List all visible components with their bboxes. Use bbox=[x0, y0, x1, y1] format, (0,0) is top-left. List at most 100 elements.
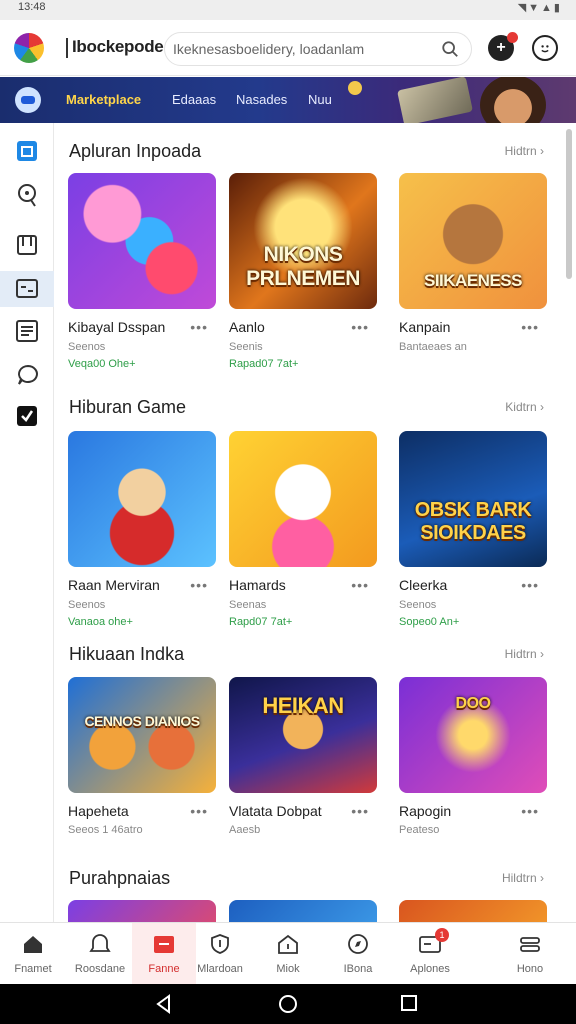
thumbnail-art-text: HEIKAN bbox=[262, 693, 344, 718]
section-title: Hikuaan Indka bbox=[69, 644, 185, 664]
more-options-icon[interactable]: ••• bbox=[190, 803, 208, 819]
scrollbar-thumb[interactable] bbox=[566, 129, 572, 279]
game-thumbnail[interactable]: NIKONS PRLNEMEN bbox=[229, 173, 377, 309]
tab-edaaas[interactable]: Edaaas bbox=[172, 92, 216, 107]
search-placeholder: Ikeknesasboelidery, loadanlam bbox=[173, 41, 365, 57]
game-thumbnail[interactable]: SIIKAENESS bbox=[399, 173, 547, 309]
game-category: Seenas bbox=[229, 599, 267, 611]
game-thumbnail[interactable] bbox=[229, 900, 377, 923]
sidebar-item-list[interactable] bbox=[0, 313, 54, 349]
sidebar-item-library[interactable] bbox=[0, 227, 54, 263]
game-card[interactable]: OBSK BARK SIOIKDAES Cleerka ••• Seenos S… bbox=[399, 431, 547, 628]
tab-marketplace[interactable]: Marketplace bbox=[66, 92, 141, 107]
game-card[interactable] bbox=[229, 900, 377, 923]
game-meta: Rapd07 7at+ bbox=[229, 616, 293, 628]
game-category: Seenis bbox=[229, 341, 263, 353]
game-category: Peateso bbox=[399, 824, 440, 836]
controller-icon[interactable] bbox=[15, 87, 41, 113]
see-all-link[interactable]: Hildtrn › bbox=[502, 871, 544, 885]
sidebar-item-search[interactable] bbox=[0, 176, 54, 212]
see-all-link[interactable]: Kidtrn › bbox=[505, 400, 544, 414]
see-all-link[interactable]: Hidtrn › bbox=[505, 144, 544, 158]
store-icon bbox=[154, 936, 174, 953]
status-icons: ◥▼▲▮ bbox=[517, 2, 562, 14]
more-options-icon[interactable]: ••• bbox=[521, 803, 539, 819]
home-icon bbox=[24, 936, 42, 953]
coin-decoration bbox=[348, 81, 362, 95]
game-card[interactable]: NIKONS PRLNEMEN Aanlo ••• Seenis Rapad07… bbox=[229, 173, 377, 370]
game-title: Kanpain bbox=[399, 319, 451, 335]
recents-icon[interactable] bbox=[400, 994, 418, 1012]
check-icon bbox=[17, 406, 37, 426]
game-card[interactable] bbox=[399, 900, 547, 923]
nav-item-messages[interactable]: 1 Aplones bbox=[398, 923, 462, 985]
system-navigation-bar bbox=[0, 984, 576, 1024]
bottom-navigation: Fnamet Roosdane Fanne Mlardoan Miok IBon… bbox=[0, 922, 576, 985]
game-title: Aanlo bbox=[229, 319, 265, 335]
thumbnail-art-text: SIIKAENESS bbox=[424, 271, 522, 290]
more-options-icon[interactable]: ••• bbox=[351, 319, 369, 335]
game-category: Aaesb bbox=[229, 824, 261, 836]
nav-item-compass[interactable]: IBona bbox=[326, 923, 390, 985]
more-options-icon[interactable]: ••• bbox=[190, 319, 208, 335]
compass-icon bbox=[348, 934, 368, 954]
magnifier-icon bbox=[18, 184, 36, 207]
game-card[interactable]: Hamards ••• Seenas Rapd07 7at+ bbox=[229, 431, 377, 628]
more-options-icon[interactable]: ••• bbox=[190, 577, 208, 593]
game-card[interactable]: Kibayal Dsspan ••• Seenos Veqa00 Ohe+ bbox=[68, 173, 216, 370]
more-options-icon[interactable]: ••• bbox=[351, 577, 369, 593]
top-bar: Ibockepode Ikeknesasboelidery, loadanlam… bbox=[0, 20, 576, 76]
game-meta: Sopeo0 An+ bbox=[399, 616, 460, 628]
add-button[interactable]: + bbox=[488, 32, 518, 61]
see-all-link[interactable]: Hidtrn › bbox=[505, 647, 544, 661]
game-thumbnail[interactable] bbox=[68, 900, 216, 923]
nav-item-store[interactable]: Fanne bbox=[132, 923, 196, 985]
game-thumbnail[interactable]: DOO bbox=[399, 677, 547, 793]
game-thumbnail[interactable] bbox=[229, 431, 377, 567]
sidebar-item-check[interactable] bbox=[0, 398, 54, 434]
nav-item-house[interactable]: Miok bbox=[256, 923, 320, 985]
game-thumbnail[interactable] bbox=[68, 431, 216, 567]
tab-nasades[interactable]: Nasades bbox=[236, 92, 287, 107]
more-options-icon[interactable]: ••• bbox=[521, 577, 539, 593]
game-card[interactable]: HEIKAN Vlatata Dobpat ••• Aaesb bbox=[229, 677, 377, 836]
game-category: Seeos 1 46atro bbox=[68, 824, 143, 836]
game-thumbnail[interactable] bbox=[68, 173, 216, 309]
chat-icon bbox=[18, 364, 38, 385]
game-card[interactable]: SIIKAENESS Kanpain ••• Bantaeaes an bbox=[399, 173, 547, 353]
thumbnail-art-text: CENNOS DIANIOS bbox=[84, 713, 200, 729]
game-card[interactable]: DOO Rapogin ••• Peateso bbox=[399, 677, 547, 836]
scrollbar[interactable] bbox=[566, 123, 572, 923]
sidebar-item-dashboard[interactable] bbox=[0, 271, 54, 307]
game-category: Seenos bbox=[399, 599, 437, 611]
game-category: Seenos bbox=[68, 341, 106, 353]
shield-icon bbox=[211, 934, 229, 954]
nav-item-notifications[interactable]: Roosdane bbox=[68, 923, 132, 985]
house-icon bbox=[278, 934, 298, 954]
home-circle-icon[interactable] bbox=[278, 994, 298, 1014]
section-title: Hiburan Game bbox=[69, 397, 187, 417]
sidebar-item-apps[interactable] bbox=[0, 133, 54, 169]
game-thumbnail[interactable] bbox=[399, 900, 547, 923]
profile-icon[interactable] bbox=[532, 35, 558, 61]
sidebar-item-chat[interactable] bbox=[0, 356, 54, 392]
more-options-icon[interactable]: ••• bbox=[351, 803, 369, 819]
back-icon[interactable] bbox=[154, 994, 174, 1014]
search-input[interactable]: Ikeknesasboelidery, loadanlam bbox=[164, 32, 472, 66]
game-thumbnail[interactable]: HEIKAN bbox=[229, 677, 377, 793]
nav-item-home[interactable]: Fnamet bbox=[1, 923, 65, 985]
app-logo-icon[interactable] bbox=[14, 33, 44, 63]
more-options-icon[interactable]: ••• bbox=[521, 319, 539, 335]
game-card[interactable]: CENNOS DIANIOS Hapeheta ••• Seeos 1 46at… bbox=[68, 677, 216, 836]
game-card[interactable]: Raan Merviran ••• Seenos Vanaoa ohe+ bbox=[68, 431, 216, 628]
banner-art-character bbox=[480, 77, 546, 123]
search-icon[interactable] bbox=[441, 40, 459, 58]
game-card[interactable] bbox=[68, 900, 216, 923]
tab-nuu[interactable]: Nuu bbox=[308, 92, 332, 107]
nav-item-menu[interactable]: Hono bbox=[498, 923, 562, 985]
nav-item-shield[interactable]: Mlardoan bbox=[188, 923, 252, 985]
game-thumbnail[interactable]: CENNOS DIANIOS bbox=[68, 677, 216, 793]
notification-dot bbox=[507, 32, 518, 43]
game-thumbnail[interactable]: OBSK BARK SIOIKDAES bbox=[399, 431, 547, 567]
game-title: Hamards bbox=[229, 577, 286, 593]
